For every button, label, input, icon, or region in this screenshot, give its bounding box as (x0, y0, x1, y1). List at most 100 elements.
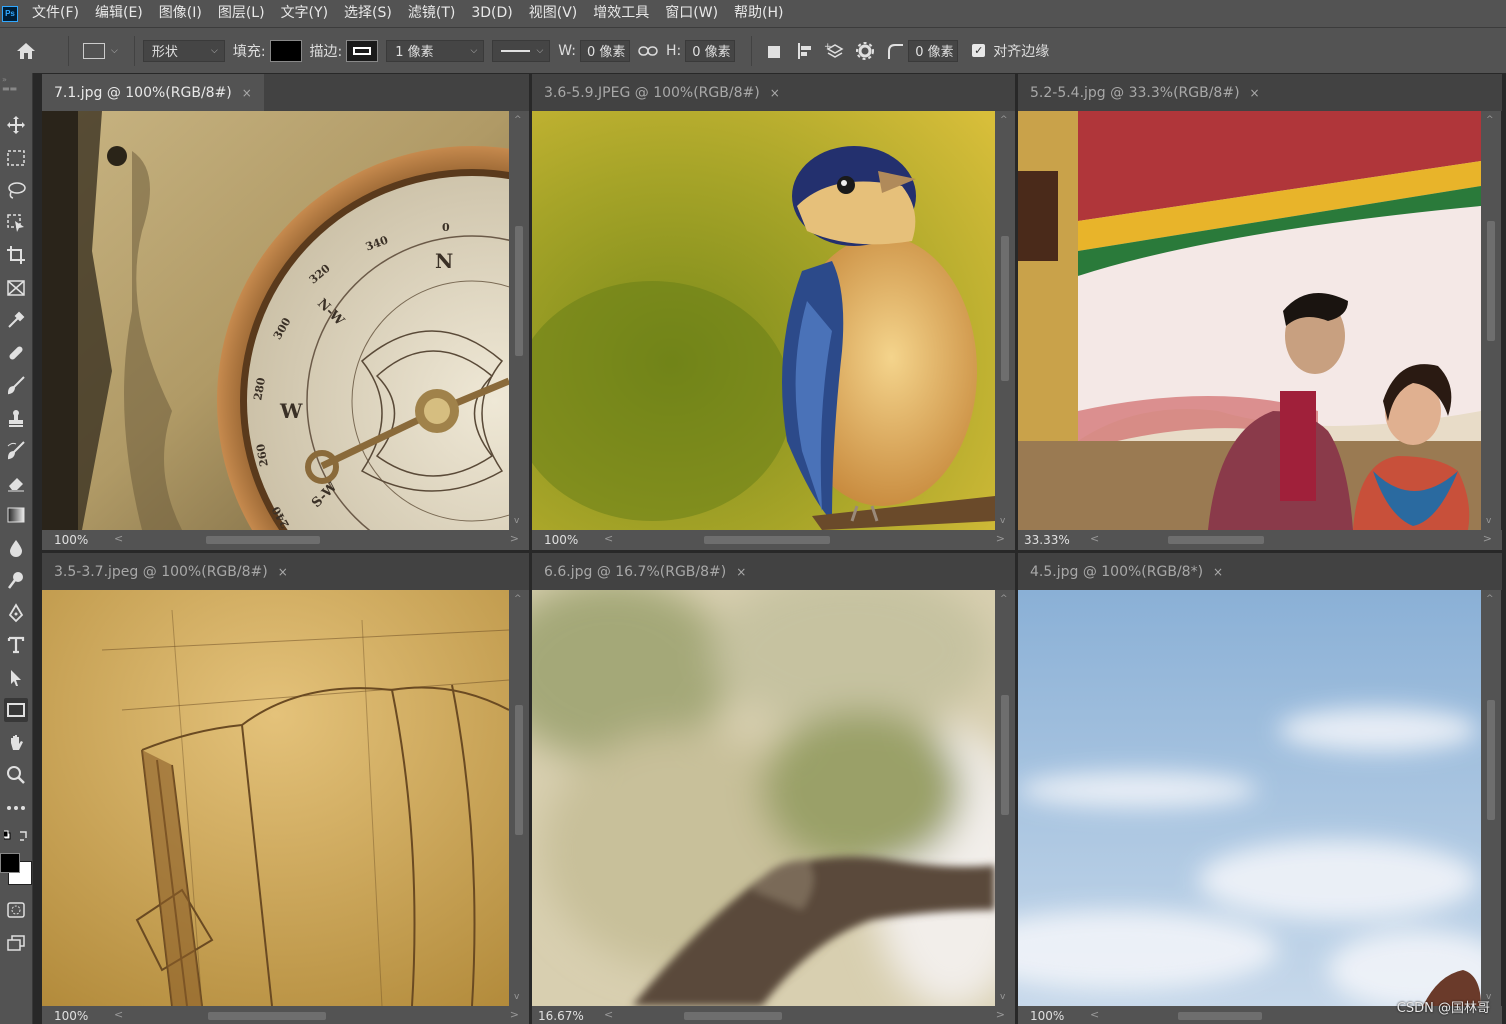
scroll-right-icon[interactable]: > (510, 532, 519, 545)
zoom-level[interactable]: 100% (1018, 1009, 1086, 1023)
vertical-scrollbar[interactable]: ^ v (995, 111, 1015, 530)
zoom-level[interactable]: 33.33% (1018, 533, 1086, 547)
crop-tool[interactable] (4, 243, 28, 267)
horizontal-scrollbar[interactable]: < > (110, 530, 529, 550)
corner-radius-input[interactable]: 0 像素 (908, 39, 959, 62)
document-tab[interactable]: 4.5.jpg @ 100%(RGB/8*) × (1018, 553, 1236, 590)
healing-brush-tool[interactable] (4, 341, 28, 365)
scroll-thumb[interactable] (1001, 236, 1009, 381)
scroll-thumb[interactable] (208, 1012, 326, 1020)
frame-tool[interactable] (4, 276, 28, 300)
document-canvas[interactable] (42, 590, 509, 1006)
height-input[interactable]: 0 像素 (685, 39, 736, 62)
foreground-color-swatch[interactable] (0, 853, 20, 873)
document-tab[interactable]: 3.5-3.7.jpeg @ 100%(RGB/8#) × (42, 553, 300, 590)
close-icon[interactable]: × (736, 565, 746, 579)
marquee-tool[interactable] (4, 146, 28, 170)
scroll-thumb[interactable] (1168, 536, 1264, 544)
clone-stamp-tool[interactable] (4, 406, 28, 430)
align-edges-checkbox[interactable]: ✓ (972, 44, 986, 57)
scroll-up-icon[interactable]: ^ (1486, 115, 1494, 125)
blur-tool[interactable] (4, 536, 28, 560)
close-icon[interactable]: × (242, 86, 252, 100)
pen-tool[interactable] (4, 601, 28, 625)
scroll-thumb[interactable] (684, 1012, 782, 1020)
document-canvas[interactable] (1018, 111, 1481, 530)
close-icon[interactable]: × (278, 565, 288, 579)
scroll-left-icon[interactable]: < (604, 1008, 613, 1021)
scroll-thumb[interactable] (1178, 1012, 1262, 1020)
zoom-level[interactable]: 16.67% (532, 1009, 600, 1023)
scroll-up-icon[interactable]: ^ (514, 115, 522, 125)
close-icon[interactable]: × (1213, 565, 1223, 579)
close-icon[interactable]: × (1250, 86, 1260, 100)
width-input[interactable]: 0 像素 (580, 39, 631, 62)
scroll-up-icon[interactable]: ^ (1486, 594, 1494, 604)
gradient-tool[interactable] (4, 503, 28, 527)
document-tab[interactable]: 6.6.jpg @ 16.7%(RGB/8#) × (532, 553, 759, 590)
scroll-down-icon[interactable]: v (514, 516, 519, 526)
document-tab[interactable]: 3.6-5.9.JPEG @ 100%(RGB/8#) × (532, 74, 792, 111)
move-tool[interactable] (4, 113, 28, 137)
menu-edit[interactable]: 编辑(E) (87, 0, 151, 27)
document-canvas[interactable] (532, 590, 995, 1006)
path-alignment-button[interactable] (790, 36, 820, 66)
vertical-scrollbar[interactable]: ^ v (995, 590, 1015, 1006)
scroll-thumb[interactable] (704, 536, 830, 544)
stroke-color-swatch[interactable] (346, 39, 379, 62)
menu-file[interactable]: 文件(F) (24, 0, 87, 27)
object-selection-tool[interactable] (4, 211, 28, 235)
path-selection-tool[interactable] (4, 666, 28, 690)
scroll-left-icon[interactable]: < (114, 1008, 123, 1021)
stroke-type-select[interactable]: ⌵ (492, 39, 551, 62)
settings-button[interactable] (850, 36, 880, 66)
scroll-right-icon[interactable]: > (1483, 532, 1492, 545)
eraser-tool[interactable] (4, 471, 28, 495)
hand-tool[interactable] (4, 731, 28, 755)
menu-layer[interactable]: 图层(L) (210, 0, 273, 27)
scroll-thumb[interactable] (515, 705, 523, 835)
scroll-down-icon[interactable]: v (1486, 516, 1491, 526)
scroll-thumb[interactable] (1487, 221, 1495, 341)
history-brush-tool[interactable] (4, 438, 28, 462)
align-edges-option[interactable]: ✓ 对齐边缘 (972, 41, 1049, 61)
scroll-right-icon[interactable]: > (996, 1008, 1005, 1021)
zoom-level[interactable]: 100% (42, 1009, 110, 1023)
fill-color-swatch[interactable] (269, 39, 302, 62)
document-canvas[interactable] (532, 111, 995, 530)
menu-help[interactable]: 帮助(H) (726, 0, 791, 27)
menu-view[interactable]: 视图(V) (521, 0, 586, 27)
horizontal-scrollbar[interactable]: < > (110, 1006, 529, 1024)
document-canvas[interactable]: N W N-W S-W 0 340 320 300 280 260 240 (42, 111, 509, 530)
horizontal-scrollbar[interactable]: < > (1086, 530, 1502, 550)
lasso-tool[interactable] (4, 178, 28, 202)
horizontal-scrollbar[interactable]: < > (600, 1006, 1015, 1024)
document-tab[interactable]: 7.1.jpg @ 100%(RGB/8#) × (42, 74, 264, 111)
zoom-level[interactable]: 100% (42, 533, 110, 547)
scroll-up-icon[interactable]: ^ (1000, 115, 1008, 125)
stroke-width-select[interactable]: 1 像素 ⌵ (386, 39, 485, 62)
scroll-down-icon[interactable]: v (1000, 516, 1005, 526)
path-operations-button[interactable] (760, 36, 790, 66)
quick-mask-button[interactable] (4, 898, 28, 922)
scroll-down-icon[interactable]: v (514, 992, 519, 1002)
menu-window[interactable]: 窗口(W) (657, 0, 726, 27)
scroll-up-icon[interactable]: ^ (514, 594, 522, 604)
zoom-level[interactable]: 100% (532, 533, 600, 547)
menu-image[interactable]: 图像(I) (151, 0, 210, 27)
zoom-tool[interactable] (4, 763, 28, 787)
horizontal-scrollbar[interactable]: < > (600, 530, 1015, 550)
vertical-scrollbar[interactable]: ^ v (509, 590, 529, 1006)
scroll-thumb[interactable] (1001, 695, 1009, 815)
scroll-left-icon[interactable]: < (1090, 1008, 1099, 1021)
vertical-scrollbar[interactable]: ^ v (1481, 111, 1501, 530)
screen-mode-button[interactable] (4, 931, 28, 955)
eyedropper-tool[interactable] (4, 308, 28, 332)
color-swap-controls[interactable] (4, 828, 28, 844)
document-tab[interactable]: 5.2-5.4.jpg @ 33.3%(RGB/8#) × (1018, 74, 1272, 111)
scroll-left-icon[interactable]: < (604, 532, 613, 545)
link-dimensions[interactable] (638, 45, 658, 57)
scroll-right-icon[interactable]: > (510, 1008, 519, 1021)
brush-tool[interactable] (4, 373, 28, 397)
vertical-scrollbar[interactable]: ^ v (509, 111, 529, 530)
